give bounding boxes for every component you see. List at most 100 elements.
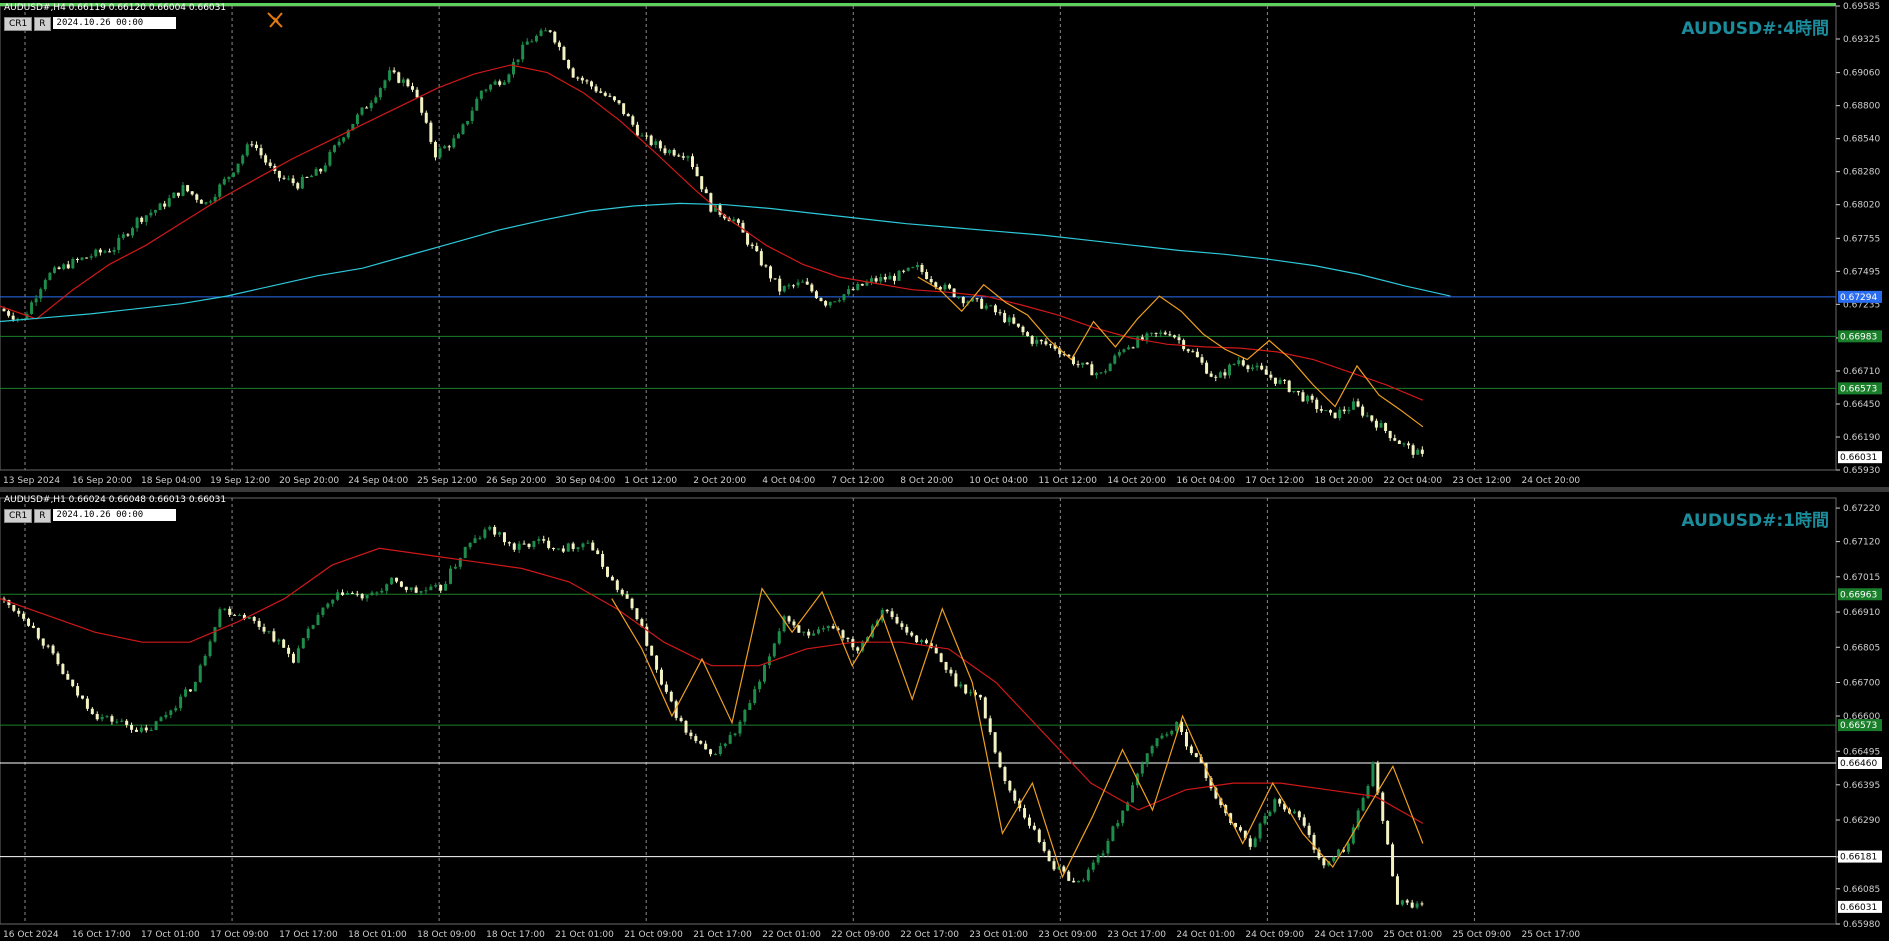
h1-x-tick-label: 22 Oct 17:00 xyxy=(900,930,959,940)
h4-candle-body xyxy=(277,170,281,178)
h4-y-tick-label: 0.68280 xyxy=(1843,168,1880,178)
h1-chart-pane[interactable]: 16 Oct 2024 16 Oct 17:00 17 Oct 01:00 17 Oc… xyxy=(0,492,1889,941)
h4-candle-body xyxy=(268,162,272,166)
h1-candle-body xyxy=(679,717,683,721)
crosshair-pencil-icon[interactable] xyxy=(267,12,283,28)
h4-candle-body xyxy=(300,177,304,189)
h1-candle-body xyxy=(1150,746,1154,754)
h1-candle-body xyxy=(915,635,919,643)
h1-x-tick-label: 24 Oct 17:00 xyxy=(1314,930,1373,940)
h4-candle-body xyxy=(1306,395,1310,402)
h1-candle-body xyxy=(473,538,477,543)
h4-y-tick-label: 0.69325 xyxy=(1843,35,1880,45)
h4-candle-body xyxy=(71,259,75,269)
h4-candle-body xyxy=(1182,340,1186,350)
h4-candle-body xyxy=(567,59,571,69)
h1-candle-body xyxy=(179,696,183,709)
h4-candle-body xyxy=(957,297,961,299)
h1-x-tick-label: 17 Oct 17:00 xyxy=(279,930,338,940)
h1-candle-body xyxy=(753,689,757,704)
h4-candle-body xyxy=(704,189,708,194)
h4-candle-body xyxy=(544,30,548,32)
h1-candle-body xyxy=(1238,827,1242,831)
h1-candle-body xyxy=(988,718,992,733)
h4-candle-body xyxy=(585,80,589,82)
h4-candle-body xyxy=(1223,372,1227,376)
h1-candle-body xyxy=(512,543,516,550)
h1-candle-body xyxy=(301,638,305,649)
h1-candle-body xyxy=(934,647,938,654)
h1-candle-body xyxy=(586,542,590,544)
h1-candle-body xyxy=(581,543,585,548)
h4-chart-pane[interactable]: 13 Sep 2024 16 Sep 20:00 18 Sep 04:00 19 Se… xyxy=(0,0,1889,487)
h4-candle-body xyxy=(906,267,910,271)
h4-candle-body xyxy=(521,44,525,60)
h1-candle-body xyxy=(149,730,153,732)
h1-candle-body xyxy=(1415,903,1419,908)
h4-candle-body xyxy=(1347,409,1351,412)
h1-cr-button[interactable]: CR1 xyxy=(4,509,33,523)
h1-candle-body xyxy=(444,583,448,591)
h4-candle-body xyxy=(30,302,34,315)
h1-candle-body xyxy=(134,729,138,732)
h4-candle-body xyxy=(153,210,157,213)
h4-candle-body xyxy=(736,219,740,223)
h1-date-field[interactable]: 2024.10.26 00:00 xyxy=(52,509,176,521)
h1-candle-body xyxy=(478,537,482,539)
h1-x-tick-label: 25 Oct 01:00 xyxy=(1383,930,1442,940)
h1-candle-body xyxy=(684,720,688,733)
h4-candle-body xyxy=(658,141,662,149)
h4-candle-body xyxy=(1026,332,1030,337)
h4-x-tick-label: 7 Oct 12:00 xyxy=(831,476,884,486)
h1-candle-body xyxy=(399,581,403,587)
h4-candle-body xyxy=(603,92,607,96)
h4-candle-body xyxy=(1003,312,1007,323)
h4-candle-body xyxy=(443,146,447,149)
h4-candle-body xyxy=(456,134,460,139)
h1-candle-body xyxy=(767,656,771,666)
h4-candle-body xyxy=(562,46,566,60)
h4-candle-body xyxy=(1273,377,1277,384)
h1-candle-body xyxy=(718,746,722,755)
h4-candle-body xyxy=(218,184,222,197)
h1-candle-body xyxy=(439,585,443,591)
h1-candle-body xyxy=(277,639,281,642)
h4-candle-body xyxy=(851,289,855,291)
h1-candle-body xyxy=(576,547,580,549)
h1-x-tick-label: 21 Oct 17:00 xyxy=(693,930,752,940)
h4-candle-body xyxy=(475,98,479,111)
h1-candle-body xyxy=(826,626,830,629)
h4-candle-body xyxy=(429,122,433,142)
h4-x-tick-label: 16 Sep 20:00 xyxy=(72,476,132,486)
h4-candle-body xyxy=(870,278,874,282)
h1-x-tick-label: 22 Oct 09:00 xyxy=(831,930,890,940)
h1-candle-body xyxy=(1072,880,1076,883)
h4-candle-body xyxy=(1269,374,1273,378)
h4-candle-body xyxy=(975,298,979,300)
h1-candle-body xyxy=(1253,838,1257,847)
h4-candle-body xyxy=(892,275,896,281)
h4-r-button[interactable]: R xyxy=(34,17,51,31)
h4-candle-body xyxy=(319,168,323,172)
h4-y-tick-label: 0.67755 xyxy=(1843,234,1880,244)
h4-cr-button[interactable]: CR1 xyxy=(4,17,33,31)
h4-candle-body xyxy=(1205,362,1209,374)
h4-candle-body xyxy=(1186,349,1190,352)
h4-date-field[interactable]: 2024.10.26 00:00 xyxy=(52,17,176,29)
h1-candle-body xyxy=(1307,825,1311,835)
h4-y-tick-label: 0.66450 xyxy=(1843,400,1880,410)
h4-candle-body xyxy=(700,176,704,190)
h1-candle-body xyxy=(350,592,354,594)
h1-candle-body xyxy=(51,645,55,654)
h1-candle-body xyxy=(542,539,546,541)
h1-y-tick-label: 0.66395 xyxy=(1843,781,1880,791)
h1-x-tick-label: 21 Oct 01:00 xyxy=(555,930,614,940)
h4-candle-body xyxy=(1237,360,1241,364)
h1-candle-body xyxy=(252,617,256,621)
h4-x-tick-label: 1 Oct 12:00 xyxy=(624,476,677,486)
h1-r-button[interactable]: R xyxy=(34,509,51,523)
h1-chart-canvas[interactable]: 16 Oct 2024 16 Oct 17:00 17 Oct 01:00 17 Oc… xyxy=(0,492,1889,941)
h4-chart-canvas[interactable]: 13 Sep 2024 16 Sep 20:00 18 Sep 04:00 19 Se… xyxy=(0,0,1889,487)
h4-candle-body xyxy=(801,281,805,283)
h4-candle-body xyxy=(1030,336,1034,344)
